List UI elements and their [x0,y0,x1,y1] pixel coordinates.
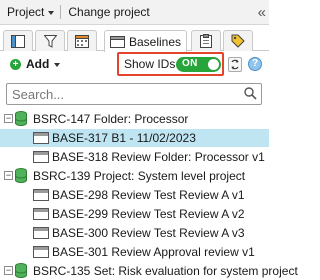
tree-folder-node[interactable]: − BSRC-147 Folder: Processor [0,110,269,128]
tree-baseline-node[interactable]: BASE-299 Review Test Review A v2 [0,205,269,223]
tree-node-label: BASE-298 Review Test Review A v1 [52,188,245,202]
help-icon[interactable]: ? [248,57,262,71]
tab-baselines[interactable]: Baselines [104,30,187,52]
show-ids-toggle[interactable]: ON [176,57,221,72]
tree-node-label: BSRC-135 Set: Risk evaluation for system… [33,264,298,278]
tab-tag[interactable] [223,30,253,51]
top-bar: Project Change project « [0,0,269,25]
baseline-icon [33,132,49,144]
add-button-label: Add [26,57,50,71]
tree-node-label: BSRC-139 Project: System level project [33,169,246,183]
tab-calendar[interactable] [67,30,97,51]
sync-icon [231,59,239,70]
filter-icon [43,34,57,48]
tab-filter[interactable] [35,30,65,51]
add-button[interactable]: + Add [10,57,61,71]
collapse-icon[interactable]: − [4,171,13,180]
toolbar: + Add Show IDs ON ? [0,52,269,76]
double-chevron-left-icon[interactable]: « [258,4,267,21]
caret-down-icon [48,10,55,15]
calendar-icon [75,34,89,48]
database-icon [15,111,27,126]
database-icon [15,168,27,183]
baseline-icon [33,189,49,201]
tree-folder-node[interactable]: − BSRC-139 Project: System level project [0,167,269,185]
change-project-link[interactable]: Change project [68,5,149,19]
tree-baseline-node[interactable]: BASE-301 Review Approval review v1 [0,243,269,261]
toggle-knob [208,59,219,70]
caret-down-icon [54,62,61,67]
collapse-icon[interactable]: − [4,114,13,123]
tree-baseline-node[interactable]: BASE-317 B1 - 11/02/2023 [0,129,269,147]
baseline-icon [33,227,49,239]
tree-baseline-node[interactable]: BASE-300 Review Test Review A v3 [0,224,269,242]
search-icon [244,87,257,100]
tag-icon [231,34,245,48]
tab-hierarchy[interactable] [3,30,33,51]
tree-node-label: BASE-317 B1 - 11/02/2023 [52,131,196,145]
tree-node-label: BASE-301 Review Approval review v1 [52,245,255,259]
collapse-icon[interactable]: − [4,266,13,275]
tree-baseline-node[interactable]: BASE-318 Review Folder: Processor v1 [0,148,269,166]
project-menu-button[interactable]: Project [7,5,55,19]
project-menu-label: Project [7,5,45,19]
tree-folder-node[interactable]: − BSRC-135 Set: Risk evaluation for syst… [0,262,298,280]
tab-clipboard[interactable] [191,30,221,51]
tree-node-label: BASE-299 Review Test Review A v2 [52,207,245,221]
tab-bar: Baselines [0,26,269,52]
tree-node-label: BASE-318 Review Folder: Processor v1 [52,150,265,164]
show-ids-control: Show IDs ON [117,52,224,76]
toggle-state-label: ON [182,58,198,69]
database-icon [15,263,27,278]
tree-baseline-node[interactable]: BASE-298 Review Test Review A v1 [0,186,269,204]
show-ids-label: Show IDs [124,57,176,71]
baseline-icon [33,151,49,163]
baseline-icon [109,35,125,48]
clipboard-icon [200,34,212,48]
sync-button[interactable] [228,57,242,72]
divider [60,5,62,19]
baseline-icon [33,208,49,220]
search-input[interactable] [6,83,262,105]
tab-baselines-label: Baselines [128,34,182,49]
tree-node-label: BSRC-147 Folder: Processor [33,112,189,126]
plus-icon: + [10,58,21,70]
hierarchy-icon [11,34,25,48]
baseline-icon [33,246,49,258]
tree-node-label: BASE-300 Review Test Review A v3 [52,226,245,240]
